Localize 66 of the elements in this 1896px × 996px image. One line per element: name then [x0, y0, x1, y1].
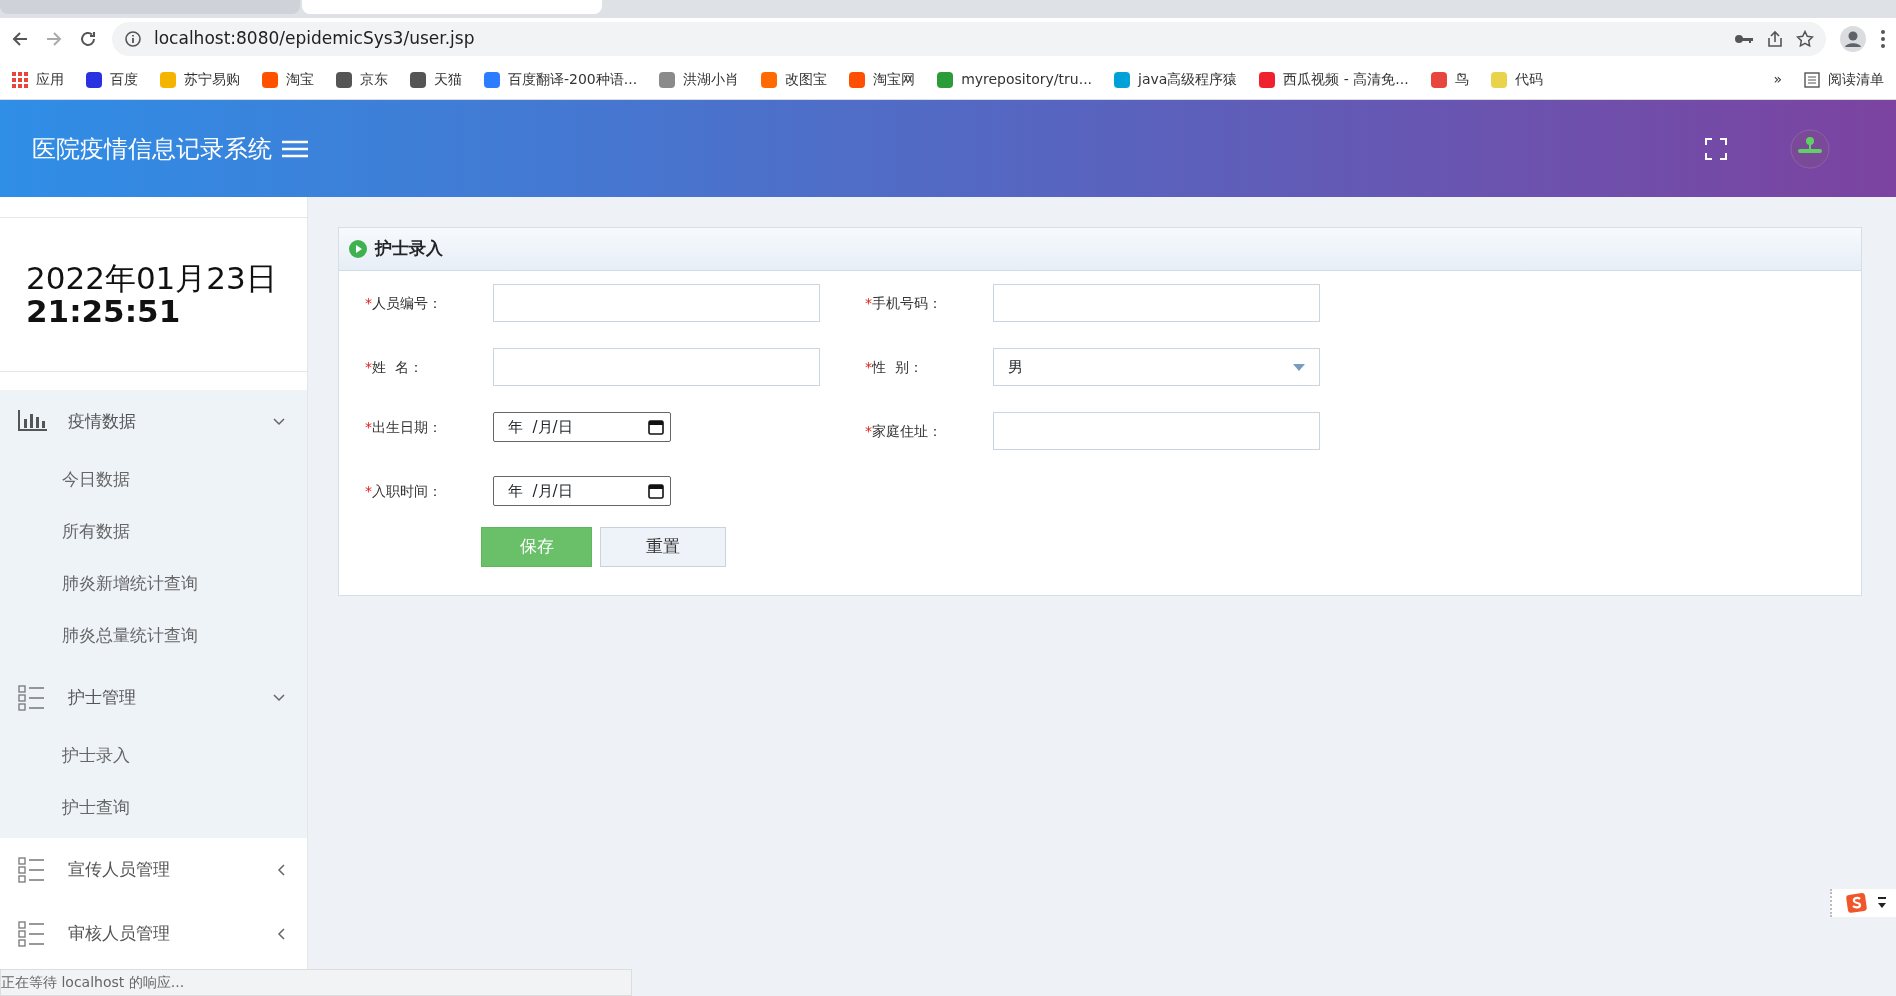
- caret-icon: [1293, 363, 1305, 371]
- bookmark[interactable]: 苏宁易购: [160, 69, 240, 90]
- overflow-chevron[interactable]: »: [1773, 69, 1782, 90]
- field-label: *手机号码：: [865, 293, 943, 313]
- time-text: 21:25:51: [26, 294, 181, 328]
- field-label: *姓 名：: [365, 357, 424, 377]
- toggle-icon[interactable]: [1878, 897, 1886, 909]
- menu-icon[interactable]: [282, 138, 308, 159]
- menu-item[interactable]: 肺炎新增统计查询: [0, 558, 307, 610]
- status-text: 正在等待 localhost 的响应...: [0, 969, 632, 996]
- bookmark[interactable]: 改图宝: [761, 69, 828, 90]
- reading-list[interactable]: 阅读清单: [1804, 69, 1884, 90]
- bookmark[interactable]: myrepository/tru...: [937, 69, 1093, 90]
- menu-group[interactable]: 护士管理: [0, 666, 307, 730]
- field-label: *出生日期：: [365, 417, 443, 437]
- input-field[interactable]: [493, 348, 820, 386]
- info-icon: [124, 30, 142, 48]
- more-icon[interactable]: [1880, 29, 1886, 49]
- date-text: 2022年01月23日: [26, 262, 278, 295]
- bookmark[interactable]: 鸟: [1430, 69, 1469, 90]
- play-icon: [349, 240, 367, 258]
- avatar-icon[interactable]: [1790, 128, 1830, 169]
- calendar-icon: [648, 419, 664, 435]
- share-icon[interactable]: [1766, 30, 1784, 48]
- input-field[interactable]: [493, 284, 820, 322]
- bookmark[interactable]: 百度: [86, 69, 138, 90]
- bookmark[interactable]: 代码: [1490, 69, 1543, 90]
- panel-title: 护士录入: [375, 237, 443, 261]
- reload-icon[interactable]: [78, 29, 98, 49]
- bookmark[interactable]: 百度翻译-200种语...: [484, 69, 638, 90]
- bookmark[interactable]: 淘宝: [262, 69, 314, 90]
- menu-group[interactable]: 宣传人员管理: [0, 838, 307, 902]
- menu-item[interactable]: 护士查询: [0, 782, 307, 834]
- key-icon[interactable]: [1734, 32, 1754, 46]
- bookmark[interactable]: 洪湖小肖: [659, 69, 740, 90]
- reset-button[interactable]: 重置: [600, 527, 726, 567]
- star-icon[interactable]: [1796, 30, 1814, 48]
- bookmark[interactable]: 天猫: [410, 69, 462, 90]
- field-label: *性 别：: [865, 357, 924, 377]
- input-field[interactable]: [993, 284, 1320, 322]
- menu-group[interactable]: 疫情数据: [0, 390, 307, 454]
- bookmark[interactable]: 西瓜视频 - 高清免...: [1259, 69, 1409, 90]
- input-field[interactable]: [993, 412, 1320, 450]
- profile-icon[interactable]: [1840, 26, 1866, 52]
- date-field[interactable]: 年 /月/日: [493, 412, 671, 442]
- list-icon: [1804, 71, 1820, 88]
- address-bar[interactable]: localhost:8080/epidemicSys3/user.jsp: [112, 22, 1826, 56]
- field-label: *人员编号：: [365, 293, 443, 313]
- bookmark[interactable]: 应用: [12, 69, 64, 90]
- ime-icon[interactable]: [1846, 893, 1868, 913]
- url-text: localhost:8080/epidemicSys3/user.jsp: [154, 27, 476, 51]
- select-field[interactable]: 男: [993, 348, 1320, 386]
- field-label: *入职时间：: [365, 481, 443, 501]
- app-title: 医院疫情信息记录系统: [31, 133, 273, 165]
- bookmark[interactable]: 京东: [336, 69, 388, 90]
- bookmark[interactable]: 淘宝网: [849, 69, 916, 90]
- date-field[interactable]: 年 /月/日: [493, 476, 671, 506]
- menu-item[interactable]: 护士录入: [0, 730, 307, 782]
- menu-item[interactable]: 所有数据: [0, 506, 307, 558]
- bookmark[interactable]: java高级程序猿: [1114, 69, 1238, 90]
- calendar-icon: [648, 483, 664, 499]
- menu-item[interactable]: 肺炎总量统计查询: [0, 610, 307, 662]
- menu-item[interactable]: 今日数据: [0, 454, 307, 506]
- field-label: *家庭住址：: [865, 421, 943, 441]
- fullscreen-icon[interactable]: [1704, 136, 1728, 161]
- menu-group[interactable]: 审核人员管理: [0, 902, 307, 966]
